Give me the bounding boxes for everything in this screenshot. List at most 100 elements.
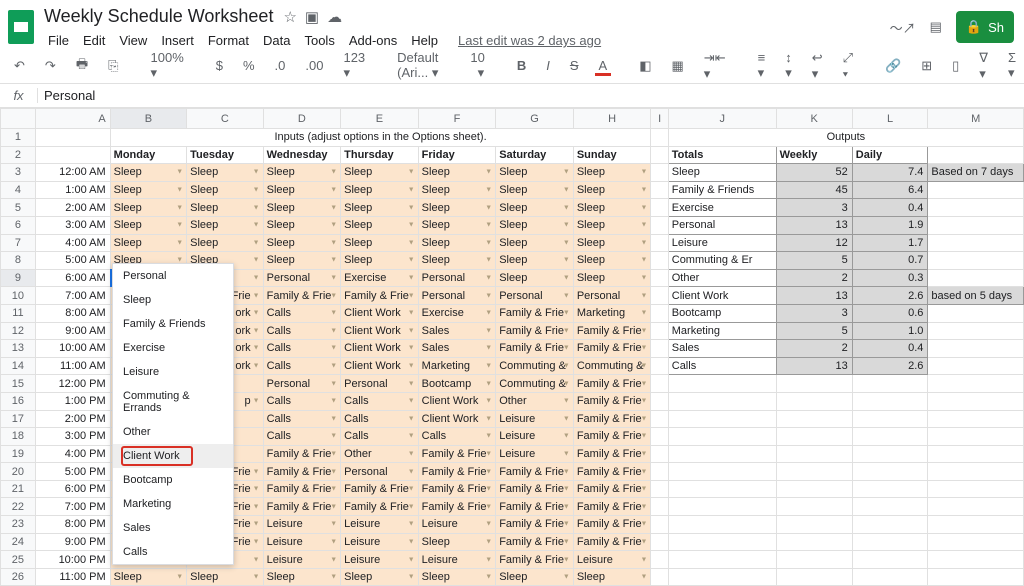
cell[interactable]: Family & Frie▼ — [263, 287, 341, 305]
borders-icon[interactable]: ▦ — [668, 56, 688, 76]
cell[interactable]: Leisure▼ — [263, 516, 341, 534]
cell[interactable]: Sleep▼ — [418, 568, 496, 586]
dropdown-option[interactable]: Leisure — [113, 360, 233, 384]
cell[interactable]: Family & Frie▼ — [573, 392, 651, 410]
cell[interactable]: Leisure▼ — [341, 516, 419, 534]
percent-icon[interactable]: % — [239, 56, 259, 75]
dropdown-option[interactable]: Marketing — [113, 492, 233, 516]
row-24[interactable]: 24 — [1, 533, 36, 551]
currency-icon[interactable]: $ — [212, 56, 227, 75]
row-16[interactable]: 16 — [1, 392, 36, 410]
cell[interactable]: Commuting &▼ — [496, 357, 574, 375]
cloud-icon[interactable]: ☁ — [327, 8, 342, 26]
chart-icon[interactable]: ▯ — [948, 56, 963, 76]
cell[interactable]: Personal▼ — [418, 287, 496, 305]
format-select[interactable]: 123 ▾ — [339, 48, 369, 83]
star-icon[interactable]: ☆ — [283, 8, 296, 26]
cell[interactable]: Personal▼ — [418, 269, 496, 287]
cell[interactable]: Sleep▼ — [496, 269, 574, 287]
move-icon[interactable]: ▣ — [305, 8, 319, 26]
cell[interactable]: Family & Frie▼ — [573, 428, 651, 446]
cell[interactable]: Sleep▼ — [187, 216, 263, 234]
cell[interactable]: Sleep▼ — [341, 181, 419, 199]
cell[interactable]: Calls▼ — [263, 392, 341, 410]
cell[interactable]: Personal▼ — [341, 375, 419, 393]
row-2[interactable]: 2 — [1, 146, 36, 164]
cell[interactable]: Calls▼ — [263, 340, 341, 358]
text-color-icon[interactable]: A — [595, 56, 612, 76]
cell[interactable]: Sleep▼ — [496, 164, 574, 182]
dropdown-option[interactable]: Sales — [113, 516, 233, 540]
cell[interactable]: Family & Frie▼ — [573, 516, 651, 534]
halign-icon[interactable]: ≡ ▾ — [754, 48, 770, 83]
row-26[interactable]: 26 — [1, 568, 36, 586]
corner-cell[interactable] — [1, 109, 36, 129]
font-size-select[interactable]: 10 ▾ — [466, 48, 488, 83]
cell[interactable]: Family & Frie▼ — [496, 551, 574, 569]
cell[interactable]: Family & Frie▼ — [573, 375, 651, 393]
cell[interactable]: Calls▼ — [341, 410, 419, 428]
cell[interactable]: Sleep▼ — [573, 199, 651, 217]
functions-icon[interactable]: Σ ▾ — [1004, 48, 1020, 83]
cell[interactable]: Marketing▼ — [418, 357, 496, 375]
cell[interactable]: Sleep▼ — [418, 533, 496, 551]
cell[interactable]: Sleep▼ — [418, 234, 496, 252]
cell[interactable]: Personal▼ — [341, 463, 419, 481]
row-23[interactable]: 23 — [1, 516, 36, 534]
cell[interactable]: Calls▼ — [263, 357, 341, 375]
cell[interactable]: Client Work▼ — [418, 392, 496, 410]
cell[interactable]: Sleep▼ — [573, 164, 651, 182]
cell[interactable]: Leisure▼ — [341, 533, 419, 551]
cell[interactable]: Other▼ — [496, 392, 574, 410]
cell[interactable]: Family & Frie▼ — [496, 498, 574, 516]
dropdown-option[interactable]: Family & Friends — [113, 312, 233, 336]
valign-icon[interactable]: ↕ ▾ — [781, 48, 796, 83]
cell[interactable]: Leisure▼ — [418, 551, 496, 569]
rotate-icon[interactable]: ⤢ ▾ — [839, 48, 857, 84]
col-F[interactable]: F — [418, 109, 496, 129]
dropdown-option[interactable]: Calls — [113, 540, 233, 564]
formula-input[interactable]: Personal — [38, 88, 95, 103]
cell[interactable]: Client Work▼ — [418, 410, 496, 428]
row-3[interactable]: 3 — [1, 164, 36, 182]
col-K[interactable]: K — [776, 109, 852, 129]
cell[interactable]: Personal▼ — [573, 287, 651, 305]
cell[interactable]: Family & Frie▼ — [341, 287, 419, 305]
cell[interactable]: Family & Frie▼ — [573, 322, 651, 340]
row-12[interactable]: 12 — [1, 322, 36, 340]
cell[interactable]: Commuting &▼ — [496, 375, 574, 393]
dropdown-option[interactable]: Commuting & Errands — [113, 384, 233, 420]
col-B[interactable]: B — [110, 109, 186, 129]
cell[interactable]: Personal▼ — [263, 269, 341, 287]
row-9[interactable]: 9 — [1, 269, 36, 287]
row-20[interactable]: 20 — [1, 463, 36, 481]
cell[interactable]: Bootcamp▼ — [418, 375, 496, 393]
link-icon[interactable]: 🔗 — [881, 56, 905, 76]
cell[interactable]: Leisure▼ — [573, 551, 651, 569]
cell[interactable]: Marketing▼ — [573, 304, 651, 322]
font-select[interactable]: Default (Ari... ▾ — [393, 48, 442, 83]
cell[interactable]: Sleep▼ — [263, 216, 341, 234]
cell[interactable]: Family & Frie▼ — [341, 498, 419, 516]
col-C[interactable]: C — [187, 109, 263, 129]
cell[interactable]: Sleep▼ — [263, 181, 341, 199]
cell[interactable]: Sleep▼ — [573, 216, 651, 234]
cell[interactable]: Family & Frie▼ — [496, 480, 574, 498]
merge-icon[interactable]: ⇥⇤ ▾ — [700, 48, 730, 84]
cell[interactable]: Calls▼ — [341, 392, 419, 410]
cell[interactable]: Sleep▼ — [187, 164, 263, 182]
cell[interactable]: Family & Frie▼ — [418, 480, 496, 498]
cell[interactable]: Sleep▼ — [341, 164, 419, 182]
dropdown-option[interactable]: Client Work — [113, 444, 233, 468]
cell[interactable]: Calls▼ — [263, 428, 341, 446]
fill-color-icon[interactable]: ◧ — [635, 56, 655, 76]
cell[interactable]: Family & Frie▼ — [418, 463, 496, 481]
row-6[interactable]: 6 — [1, 216, 36, 234]
sheets-logo[interactable] — [8, 10, 34, 44]
row-8[interactable]: 8 — [1, 252, 36, 270]
cell[interactable]: Calls▼ — [341, 428, 419, 446]
cell[interactable]: Leisure▼ — [496, 410, 574, 428]
menu-edit[interactable]: Edit — [77, 31, 111, 50]
row-13[interactable]: 13 — [1, 340, 36, 358]
cell[interactable]: Family & Frie▼ — [496, 304, 574, 322]
